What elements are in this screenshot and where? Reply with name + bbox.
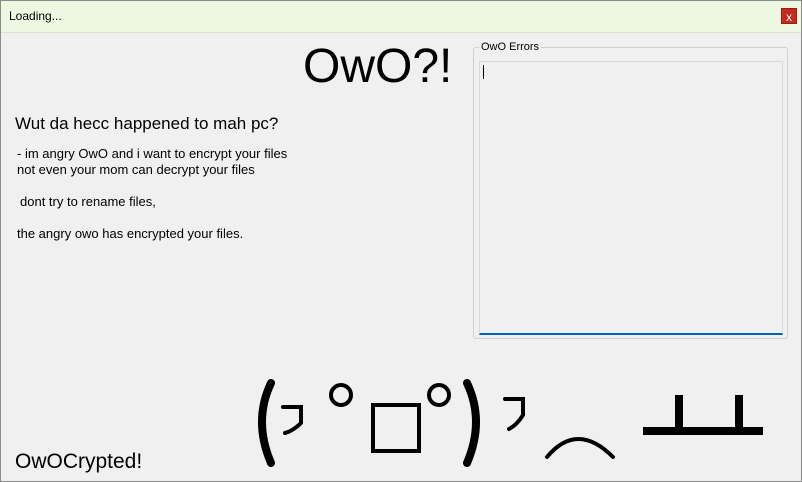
close-button[interactable]: x	[781, 8, 797, 24]
table-flip-emoticon	[258, 379, 763, 467]
window-title: Loading...	[9, 9, 62, 23]
message-line-2: not even your mom can decrypt your files	[17, 162, 255, 177]
text-caret	[483, 65, 484, 79]
message-line-3: dont try to rename files,	[20, 194, 156, 209]
footer-label: OwOCrypted!	[15, 450, 143, 473]
title-bar[interactable]: Loading... x	[1, 1, 801, 33]
message-heading: Wut da hecc happened to mah pc?	[15, 114, 279, 133]
errors-groupbox-label: OwO Errors	[479, 41, 542, 53]
message-line-1: - im angry OwO and i want to encrypt you…	[17, 146, 288, 161]
errors-textarea[interactable]	[479, 61, 783, 335]
big-title: OwO?!	[303, 40, 453, 93]
ransom-window: Loading... x OwO?! Wut da hecc happened …	[0, 0, 802, 482]
message-line-4: the angry owo has encrypted your files.	[17, 226, 244, 241]
